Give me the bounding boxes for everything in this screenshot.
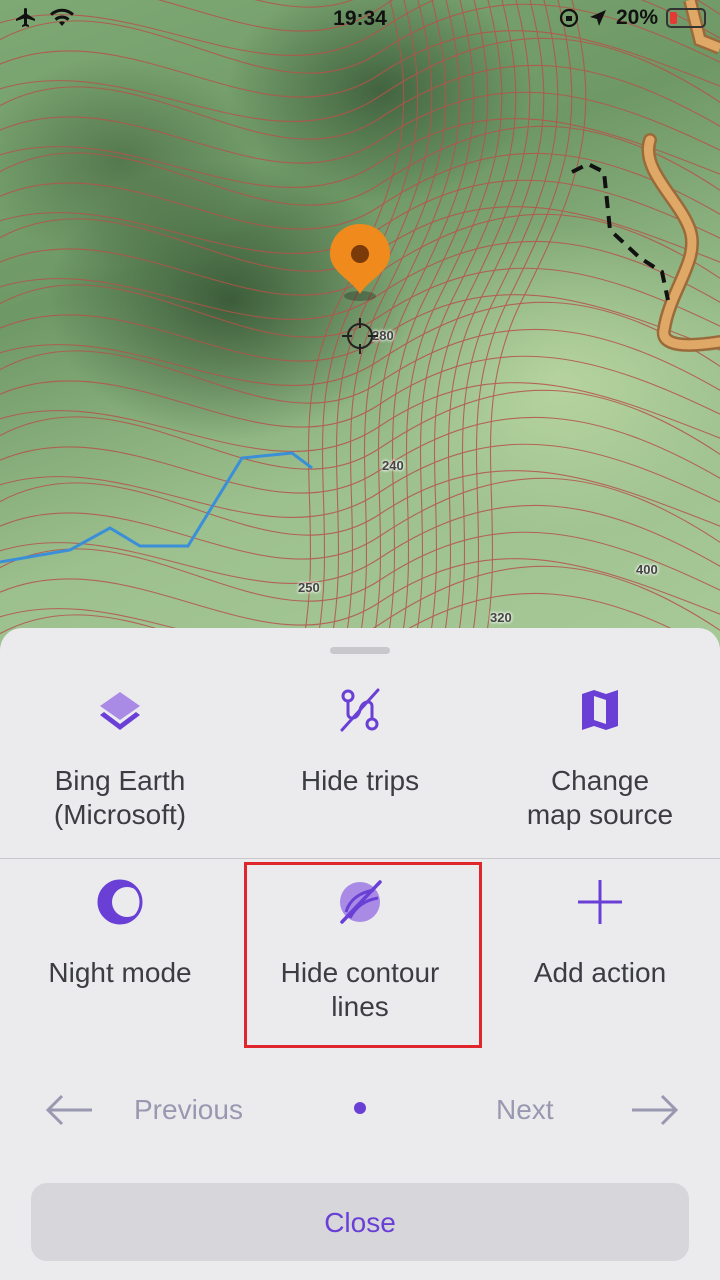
sheet-handle[interactable]: [330, 647, 390, 654]
location-pin-icon[interactable]: [328, 222, 392, 304]
action-night-mode[interactable]: Night mode: [0, 878, 240, 990]
action-label: Night mode: [48, 957, 192, 988]
status-bar: 19:34 20%: [0, 0, 720, 40]
elevation-label: 400: [636, 562, 658, 577]
pager: Previous Next: [0, 1088, 720, 1132]
battery-icon: [666, 8, 706, 28]
plus-icon: [578, 880, 622, 924]
action-label: Change map source: [526, 765, 674, 830]
action-label: Add action: [533, 957, 667, 988]
close-button[interactable]: Close: [31, 1183, 689, 1261]
page-indicator-dot: [354, 1102, 366, 1114]
moon-icon: [97, 879, 143, 925]
quick-actions-sheet: Bing Earth (Microsoft) Hide trips Change m…: [0, 628, 720, 1280]
action-add-action[interactable]: Add action: [480, 878, 720, 990]
orientation-lock-icon: [559, 8, 579, 28]
action-change-map-source[interactable]: Change map source: [480, 686, 720, 832]
crosshair-icon: [342, 318, 378, 354]
hide-trips-icon: [340, 688, 380, 732]
arrow-left-icon[interactable]: [44, 1092, 94, 1128]
river-line: [0, 451, 313, 564]
elevation-label: 250: [298, 580, 320, 595]
dashed-track: [571, 161, 670, 301]
map-icon: [582, 690, 618, 730]
action-label: Bing Earth (Microsoft): [53, 765, 187, 830]
action-hide-trips[interactable]: Hide trips: [240, 686, 480, 798]
next-button[interactable]: Next: [496, 1094, 554, 1126]
action-bing-earth[interactable]: Bing Earth (Microsoft): [0, 686, 240, 832]
selection-highlight: [244, 862, 482, 1048]
previous-button[interactable]: Previous: [134, 1094, 243, 1126]
layers-icon: [100, 692, 140, 730]
arrow-right-icon[interactable]: [630, 1092, 680, 1128]
elevation-label: 240: [382, 458, 404, 473]
action-label: Hide trips: [300, 765, 420, 796]
battery-percent: 20%: [615, 6, 658, 29]
divider: [0, 858, 720, 859]
map-view[interactable]: 280 240 250 320 400: [0, 0, 720, 660]
location-arrow-icon: [589, 10, 606, 26]
elevation-label: 320: [490, 610, 512, 625]
